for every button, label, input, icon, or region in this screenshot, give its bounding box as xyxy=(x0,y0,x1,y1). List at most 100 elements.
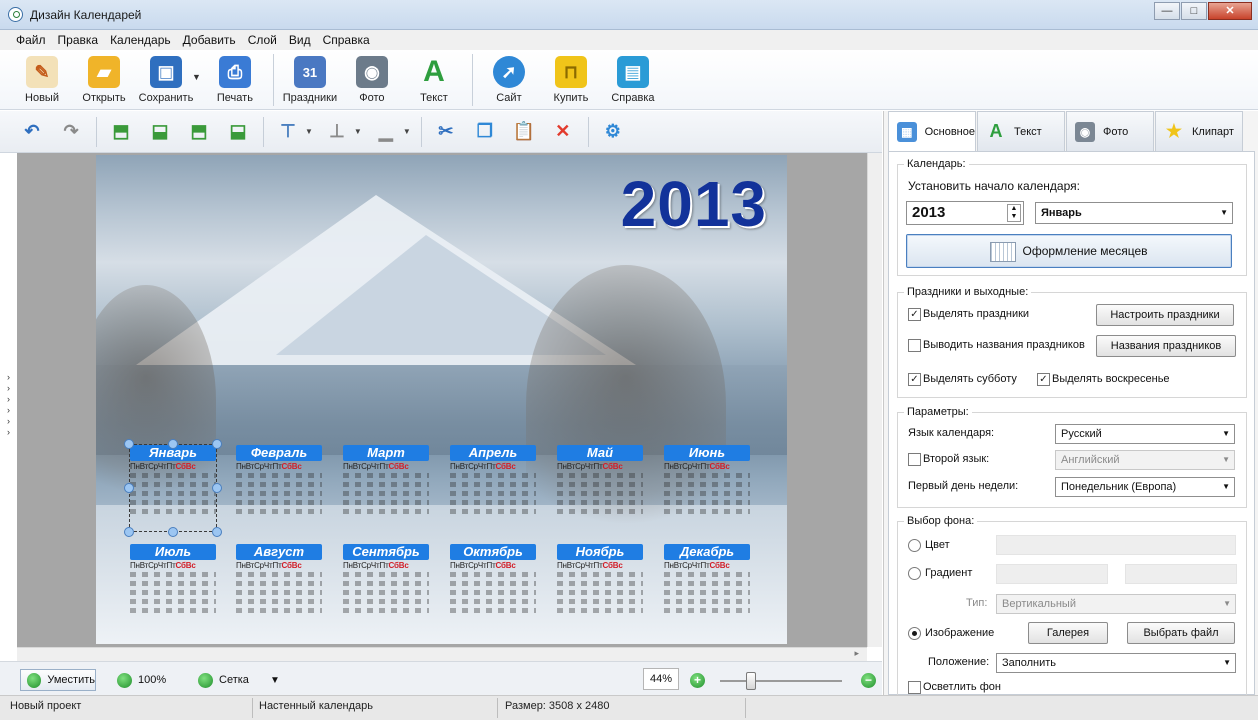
menu-edit[interactable]: Правка xyxy=(52,30,105,50)
paste-icon[interactable]: 📋 xyxy=(510,118,538,146)
second-language-checkbox[interactable] xyxy=(908,453,921,466)
send-backward-icon[interactable]: ⬒ xyxy=(185,118,213,146)
holidays-button[interactable]: 31 Праздники xyxy=(282,50,338,104)
highlight-saturday-checkbox[interactable]: ✓ xyxy=(908,373,921,386)
month-block[interactable]: Апрель ПнВтСрЧтПтСбВс xyxy=(450,445,536,515)
image-radio[interactable] xyxy=(908,627,921,640)
month-select[interactable]: Январь ▼ xyxy=(1035,202,1233,224)
chevron-down-icon: ▼ xyxy=(1222,482,1230,491)
zoom-in-button[interactable]: + xyxy=(690,669,711,691)
calendar-page[interactable]: 2013 Январь ПнВтСрЧтПтСбВс Февраль ПнВтС… xyxy=(96,155,787,644)
month-block[interactable]: Июль ПнВтСрЧтПтСбВс xyxy=(130,544,216,614)
copy-icon[interactable]: ❐ xyxy=(471,118,499,146)
vertical-scrollbar[interactable] xyxy=(867,153,882,647)
calendar-year[interactable]: 2013 xyxy=(621,167,767,241)
send-to-back-icon[interactable]: ⬓ xyxy=(224,118,252,146)
menu-calendar[interactable]: Календарь xyxy=(104,30,177,50)
setup-holidays-button[interactable]: Настроить праздники xyxy=(1096,304,1234,326)
fit-button[interactable]: Уместить xyxy=(20,669,96,691)
resize-handle[interactable] xyxy=(124,439,134,449)
resize-handle[interactable] xyxy=(168,439,178,449)
calendar-group-title: Календарь: xyxy=(904,158,969,170)
site-button[interactable]: ➚ Сайт xyxy=(481,50,537,104)
month-name: Август xyxy=(236,544,322,560)
selection-frame[interactable] xyxy=(129,444,217,532)
zoom-100-button[interactable]: 100% xyxy=(117,669,166,691)
save-dropdown-arrow[interactable]: ▼ xyxy=(192,72,201,82)
photo-button[interactable]: ◉ Фото xyxy=(344,50,400,104)
month-block[interactable]: Ноябрь ПнВтСрЧтПтСбВс xyxy=(557,544,643,614)
gallery-button[interactable]: Галерея xyxy=(1028,622,1108,644)
cut-icon[interactable]: ✂ xyxy=(432,118,460,146)
floppy-disk-icon: ▣ xyxy=(150,56,182,88)
month-block[interactable]: Июнь ПнВтСрЧтПтСбВс xyxy=(664,445,750,515)
scroll-right-arrow[interactable]: ▸ xyxy=(854,648,859,659)
resize-handle[interactable] xyxy=(212,439,222,449)
help-button[interactable]: ▤ Справка xyxy=(605,50,661,104)
holiday-names-button[interactable]: Названия праздников xyxy=(1096,335,1236,357)
lighten-background-checkbox[interactable] xyxy=(908,681,921,694)
highlight-holidays-checkbox[interactable]: ✓ xyxy=(908,308,921,321)
buy-button[interactable]: ⊓ Купить xyxy=(543,50,599,104)
month-block[interactable]: Декабрь ПнВтСрЧтПтСбВс xyxy=(664,544,750,614)
color-radio[interactable] xyxy=(908,539,921,552)
align-middle-dropdown-arrow[interactable]: ▼ xyxy=(354,127,362,136)
zoom-value-field[interactable]: 44% xyxy=(643,668,679,690)
year-spinner[interactable]: 2013 ▲ ▼ xyxy=(906,201,1024,225)
language-select[interactable]: Русский ▼ xyxy=(1055,424,1235,444)
first-day-select[interactable]: Понедельник (Европа) ▼ xyxy=(1055,477,1235,497)
zoom-out-button[interactable]: − xyxy=(861,669,882,691)
text-button[interactable]: A Текст xyxy=(406,50,462,104)
menu-add[interactable]: Добавить xyxy=(177,30,242,50)
close-button[interactable]: ✕ xyxy=(1208,2,1252,20)
bring-to-front-icon[interactable]: ⬒ xyxy=(107,118,135,146)
horizontal-scrollbar[interactable]: ▸ xyxy=(17,647,867,661)
align-bottom-dropdown-arrow[interactable]: ▼ xyxy=(403,127,411,136)
month-block[interactable]: Февраль ПнВтСрЧтПтСбВс xyxy=(236,445,322,515)
print-button[interactable]: ⎙ Печать xyxy=(207,50,263,104)
month-block[interactable]: Октябрь ПнВтСрЧтПтСбВс xyxy=(450,544,536,614)
menu-help[interactable]: Справка xyxy=(317,30,376,50)
resize-handle[interactable] xyxy=(212,527,222,537)
redo-icon[interactable]: ↷ xyxy=(57,118,85,146)
save-button[interactable]: ▣ Сохранить xyxy=(138,50,194,104)
show-holiday-names-checkbox[interactable] xyxy=(908,339,921,352)
tab-text[interactable]: A Текст xyxy=(977,111,1065,151)
resize-handle[interactable] xyxy=(168,527,178,537)
align-top-icon[interactable]: ⊤ xyxy=(274,118,302,146)
new-button[interactable]: ✎ Новый xyxy=(14,50,70,104)
months-design-button[interactable]: Оформление месяцев xyxy=(906,234,1232,268)
month-block[interactable]: Май ПнВтСрЧтПтСбВс xyxy=(557,445,643,515)
properties-icon[interactable]: ⚙ xyxy=(599,118,627,146)
minimize-button[interactable]: — xyxy=(1154,2,1180,20)
gradient-radio[interactable] xyxy=(908,567,921,580)
undo-icon[interactable]: ↶ xyxy=(18,118,46,146)
zoom-slider-track[interactable] xyxy=(720,680,842,682)
resize-handle[interactable] xyxy=(212,483,222,493)
maximize-button[interactable]: □ xyxy=(1181,2,1207,20)
open-button[interactable]: ▰ Открыть xyxy=(76,50,132,104)
align-bottom-icon[interactable]: ▁ xyxy=(372,118,400,146)
choose-file-button[interactable]: Выбрать файл xyxy=(1127,622,1235,644)
align-middle-icon[interactable]: ⊥ xyxy=(323,118,351,146)
tab-photo[interactable]: ◉ Фото xyxy=(1066,111,1154,151)
resize-handle[interactable] xyxy=(124,483,134,493)
month-block[interactable]: Сентябрь ПнВтСрЧтПтСбВс xyxy=(343,544,429,614)
grid-button[interactable]: Сетка xyxy=(198,669,249,691)
month-block[interactable]: Август ПнВтСрЧтПтСбВс xyxy=(236,544,322,614)
highlight-sunday-checkbox[interactable]: ✓ xyxy=(1037,373,1050,386)
zoom-slider-thumb[interactable] xyxy=(745,672,756,690)
month-block[interactable]: Март ПнВтСрЧтПтСбВс xyxy=(343,445,429,515)
tab-clipart[interactable]: ★ Клипарт xyxy=(1155,111,1243,151)
menu-file[interactable]: Файл xyxy=(10,30,52,50)
position-select[interactable]: Заполнить ▼ xyxy=(996,653,1236,673)
grid-dropdown-arrow[interactable]: ▼ xyxy=(270,669,280,691)
bring-forward-icon[interactable]: ⬓ xyxy=(146,118,174,146)
spinner-arrows-icon[interactable]: ▲ ▼ xyxy=(1007,204,1021,222)
menu-view[interactable]: Вид xyxy=(283,30,317,50)
delete-icon[interactable]: ✕ xyxy=(549,118,577,146)
tab-main[interactable]: ▦ Основное xyxy=(888,111,976,152)
resize-handle[interactable] xyxy=(124,527,134,537)
align-dropdown-arrow[interactable]: ▼ xyxy=(305,127,313,136)
menu-layer[interactable]: Слой xyxy=(242,30,283,50)
